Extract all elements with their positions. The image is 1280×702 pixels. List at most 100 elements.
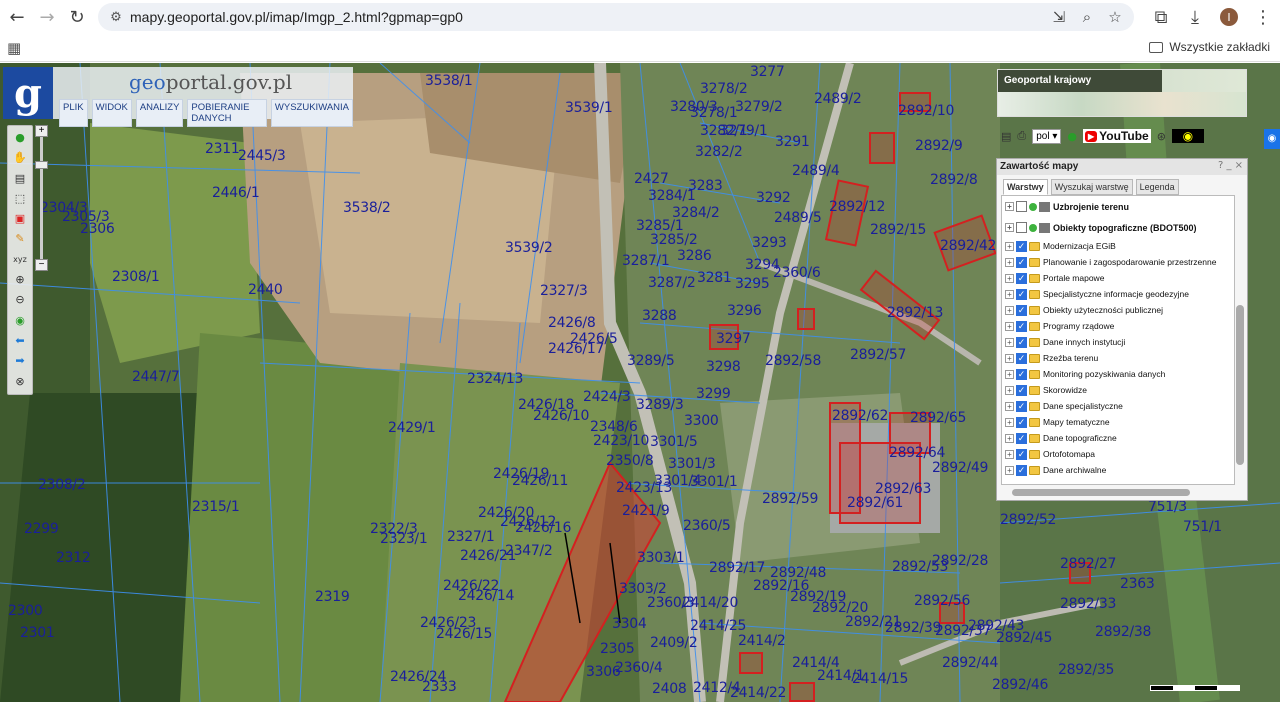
compass-icon[interactable]: ⊗: [15, 372, 24, 392]
layer-item[interactable]: + ✓ Monitoring pozyskiwania danych: [1002, 366, 1234, 382]
layer-checkbox[interactable]: ✓: [1016, 416, 1027, 428]
map-canvas[interactable]: 3538/1 3539/1 3538/2 3539/2 2311 2445/3 2446/1…: [0, 63, 1280, 702]
expand-icon[interactable]: +: [1005, 223, 1014, 232]
expand-icon[interactable]: +: [1005, 337, 1014, 347]
zoom-out-icon[interactable]: ⊖: [15, 290, 24, 310]
expand-icon[interactable]: +: [1005, 401, 1014, 411]
extensions-icon[interactable]: ⧉: [1144, 2, 1178, 32]
geoportal-krajowy-panel[interactable]: Geoportal krajowy: [997, 69, 1247, 117]
zoom-minus-button[interactable]: −: [35, 259, 48, 271]
layer-item[interactable]: + ✓ Rzeźba terenu: [1002, 350, 1234, 366]
side-tab-icon[interactable]: ◉: [1264, 129, 1280, 149]
doc-icon[interactable]: ▤: [1001, 130, 1011, 143]
arrow-left-icon[interactable]: ⬅: [15, 331, 24, 351]
help-icon[interactable]: ●: [1067, 130, 1077, 143]
menu-plik[interactable]: PLIK: [59, 99, 88, 127]
layer-item[interactable]: + Obiekty topograficzne (BDOT500): [1002, 217, 1234, 238]
hscroll-thumb[interactable]: [1012, 489, 1190, 496]
printer-icon[interactable]: ⎙: [1017, 129, 1026, 143]
zoom-handle[interactable]: [35, 161, 48, 169]
layer-item[interactable]: + ✓ Obiekty użyteczności publicznej: [1002, 302, 1234, 318]
expand-icon[interactable]: +: [1005, 353, 1014, 363]
layer-item[interactable]: + ✓ Dane archiwalne: [1002, 462, 1234, 478]
menu-analizy[interactable]: ANALIZY: [135, 99, 184, 127]
layer-checkbox[interactable]: [1016, 201, 1027, 212]
layer-item[interactable]: + ✓ Specjalistyczne informacje geodezyjne: [1002, 286, 1234, 302]
language-select[interactable]: pol ▾: [1032, 128, 1062, 144]
menu-widok[interactable]: WIDOK: [91, 99, 132, 127]
expand-icon[interactable]: +: [1005, 241, 1014, 251]
expand-icon[interactable]: +: [1005, 289, 1014, 299]
layer-item[interactable]: + ✓ Portale mapowe: [1002, 270, 1234, 286]
zoom-track[interactable]: [40, 137, 43, 259]
accessibility-icon[interactable]: ⊛: [1157, 130, 1166, 143]
expand-icon[interactable]: +: [1005, 385, 1014, 395]
address-bar[interactable]: ⚙ mapy.geoportal.gov.pl/imap/Imgp_2.html…: [98, 3, 1134, 31]
install-app-icon[interactable]: ⇲: [1046, 8, 1072, 26]
layer-checkbox[interactable]: [1016, 222, 1027, 233]
menu-wyszukiwania[interactable]: WYSZUKIWANIA: [270, 99, 353, 127]
expand-icon[interactable]: +: [1005, 321, 1014, 331]
layer-checkbox[interactable]: ✓: [1016, 320, 1027, 332]
youtube-button[interactable]: ▶ YouTube: [1083, 129, 1151, 143]
pan-hand-icon[interactable]: ✋: [13, 148, 27, 168]
layer-item[interactable]: + ✓ Mapy tematyczne: [1002, 414, 1234, 430]
reload-icon[interactable]: ↻: [62, 2, 92, 32]
layer-checkbox[interactable]: ✓: [1016, 288, 1027, 300]
select-icon[interactable]: ⬚: [15, 189, 25, 209]
zoom-slider[interactable]: + −: [35, 125, 48, 273]
expand-icon[interactable]: +: [1005, 273, 1014, 283]
layer-checkbox[interactable]: ✓: [1016, 304, 1027, 316]
all-bookmarks-button[interactable]: Wszystkie zakładki: [1149, 40, 1270, 54]
zoom-in-icon[interactable]: ⊕: [15, 270, 24, 290]
layer-checkbox[interactable]: ✓: [1016, 368, 1027, 380]
layer-checkbox[interactable]: ✓: [1016, 256, 1027, 268]
expand-icon[interactable]: +: [1005, 257, 1014, 267]
expand-icon[interactable]: +: [1005, 417, 1014, 427]
layer-item[interactable]: + ✓ Dane innych instytucji: [1002, 334, 1234, 350]
info-icon[interactable]: ●: [15, 128, 25, 148]
layer-checkbox[interactable]: ✓: [1016, 272, 1027, 284]
apps-grid-icon[interactable]: ▦: [7, 39, 21, 57]
xyz-icon[interactable]: xyz: [13, 250, 27, 270]
zoom-icon[interactable]: ⌕: [1074, 8, 1100, 26]
pencil-icon[interactable]: ✎: [15, 229, 24, 249]
layer-item[interactable]: + ✓ Ortofotomapa: [1002, 446, 1234, 462]
layer-item[interactable]: + ✓ Planowanie i zagospodarowanie przestrz…: [1002, 254, 1234, 270]
overview-map[interactable]: [998, 92, 1246, 116]
layer-item[interactable]: + ✓ Skorowidze: [1002, 382, 1234, 398]
globe-icon[interactable]: ◉: [15, 311, 25, 331]
expand-icon[interactable]: +: [1005, 465, 1014, 475]
zoom-plus-button[interactable]: +: [35, 125, 48, 137]
expand-icon[interactable]: +: [1005, 433, 1014, 443]
layer-checkbox[interactable]: ✓: [1016, 448, 1027, 460]
layer-item[interactable]: + ✓ Dane specjalistyczne: [1002, 398, 1234, 414]
tab-legenda[interactable]: Legenda: [1135, 179, 1179, 195]
expand-icon[interactable]: +: [1005, 202, 1014, 211]
expand-icon[interactable]: +: [1005, 369, 1014, 379]
layer-checkbox[interactable]: ✓: [1016, 336, 1027, 348]
tab-warstwy[interactable]: Warstwy: [1003, 179, 1048, 195]
layer-item[interactable]: + ✓ Modernizacja EGiB: [1002, 238, 1234, 254]
profile-button[interactable]: I: [1212, 2, 1246, 32]
layer-checkbox[interactable]: ✓: [1016, 352, 1027, 364]
layer-horizontal-scrollbar[interactable]: [1002, 488, 1227, 497]
expand-icon[interactable]: +: [1005, 305, 1014, 315]
layer-checkbox[interactable]: ✓: [1016, 464, 1027, 476]
tab-wyszukaj-warstwe[interactable]: Wyszukaj warstwę: [1050, 179, 1133, 195]
layer-item[interactable]: + ✓ Programy rządowe: [1002, 318, 1234, 334]
menu-dots-icon[interactable]: ⋮: [1246, 2, 1280, 32]
layer-vertical-scrollbar[interactable]: [1235, 195, 1245, 485]
layer-item[interactable]: + ✓ Dane topograficzne: [1002, 430, 1234, 446]
layers-doc-icon[interactable]: ▤: [15, 169, 25, 189]
layer-item[interactable]: + Uzbrojenie terenu: [1002, 196, 1234, 217]
panel-window-controls[interactable]: ? _ ×: [1218, 160, 1243, 171]
print-icon[interactable]: ▣: [15, 209, 25, 229]
layer-checkbox[interactable]: ✓: [1016, 240, 1027, 252]
back-icon[interactable]: ←: [2, 2, 32, 32]
layer-checkbox[interactable]: ✓: [1016, 400, 1027, 412]
expand-icon[interactable]: +: [1005, 449, 1014, 459]
forward-icon[interactable]: →: [32, 2, 62, 32]
menu-pobieranie-danych[interactable]: POBIERANIE DANYCH: [187, 99, 267, 127]
vscroll-thumb[interactable]: [1236, 305, 1244, 465]
